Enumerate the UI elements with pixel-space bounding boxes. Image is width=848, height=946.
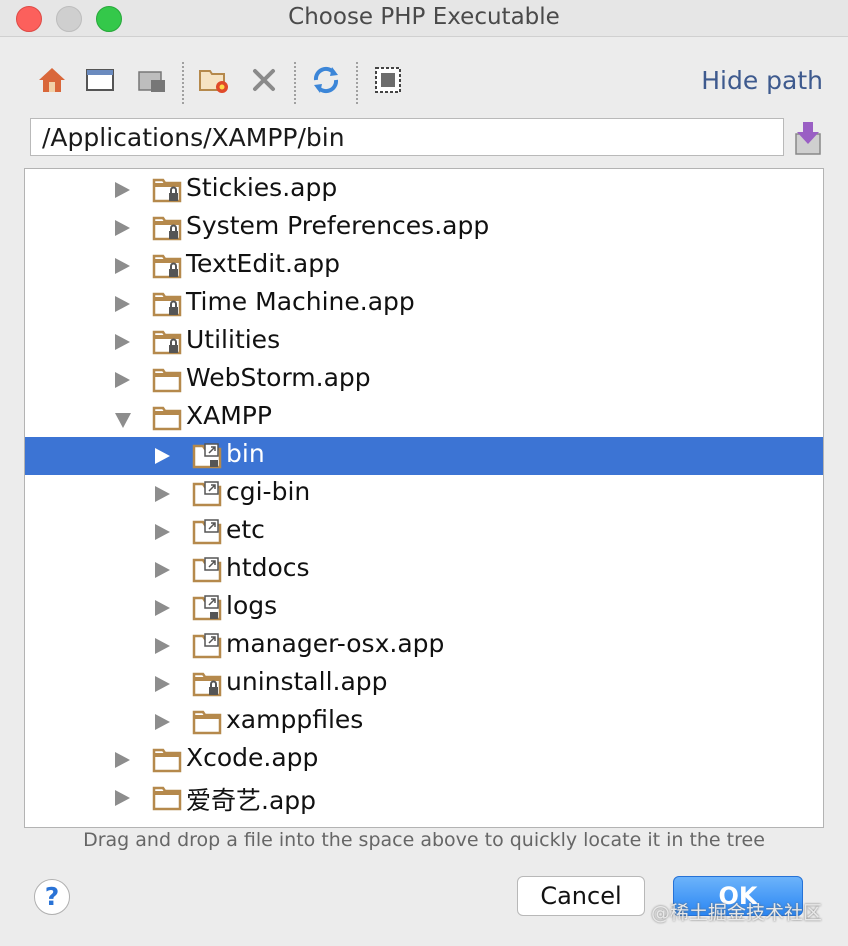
desktop-icon [86,69,114,91]
new-folder-button[interactable] [196,62,232,98]
hide-path-link[interactable]: Hide path [701,66,823,95]
folder-locked-icon [192,672,222,697]
tree-row-label: WebStorm.app [186,363,371,392]
drag-drop-hint: Drag and drop a file into the space abov… [83,829,765,851]
folder-icon [152,786,182,811]
folder-locked-icon [152,254,182,279]
toolbar-separator [182,62,184,104]
folder-alias-icon [192,519,222,545]
chevron-right-icon[interactable] [115,790,130,806]
folder-locked-icon [152,178,182,203]
chevron-right-icon[interactable] [155,524,170,540]
path-input[interactable]: /Applications/XAMPP/bin [30,118,784,156]
tree-row[interactable]: uninstall.app [25,665,823,703]
toolbar-separator [294,62,296,104]
chevron-right-icon[interactable] [155,714,170,730]
chevron-right-icon[interactable] [155,486,170,502]
folder-locked-icon [152,292,182,317]
tree-row[interactable]: xamppfiles [25,703,823,741]
tree-row-label: xamppfiles [226,705,364,734]
path-history-button[interactable] [793,120,825,156]
chevron-right-icon[interactable] [115,334,130,350]
folder-alias-locked-icon [192,443,222,469]
file-tree[interactable]: Stickies.app System Preferences.app TextEd… [24,168,824,828]
folder-alias-icon [192,633,222,659]
help-button[interactable]: ? [34,879,70,915]
chevron-right-icon[interactable] [155,600,170,616]
folder-alias-icon [192,481,222,507]
tree-row-label: Stickies.app [186,173,338,202]
toolbar-separator [356,62,358,104]
refresh-button[interactable] [308,62,344,98]
tree-row[interactable]: Time Machine.app [25,285,823,323]
tree-row-label: bin [226,439,265,468]
tree-row[interactable]: bin [25,437,823,475]
tree-row-label: System Preferences.app [186,211,490,240]
folder-alias-locked-icon [192,595,222,621]
tree-row-label: etc [226,515,265,544]
tree-row[interactable]: Xcode.app [25,741,823,779]
chevron-right-icon[interactable] [155,676,170,692]
tree-row-label: XAMPP [186,401,272,430]
tree-row-label: Xcode.app [186,743,319,772]
desktop-button[interactable] [82,62,118,98]
refresh-icon [313,66,339,94]
tree-row[interactable]: logs [25,589,823,627]
download-arrow-icon [795,122,821,155]
home-button[interactable] [34,62,70,98]
chevron-right-icon[interactable] [115,258,130,274]
chevron-down-icon[interactable] [115,413,131,428]
folder-locked-icon [152,216,182,241]
tree-row[interactable]: WebStorm.app [25,361,823,399]
folder-icon [152,406,182,431]
tree-row[interactable]: etc [25,513,823,551]
toolbar [34,62,814,104]
tree-row-label: uninstall.app [226,667,388,696]
folder-icon [152,748,182,773]
tree-row[interactable]: TextEdit.app [25,247,823,285]
window-title: Choose PHP Executable [288,4,560,30]
tree-row-label: htdocs [226,553,310,582]
folder-project-icon [138,71,165,92]
tree-row-label: cgi-bin [226,477,311,506]
tree-row[interactable]: Utilities [25,323,823,361]
chevron-right-icon[interactable] [115,752,130,768]
chevron-right-icon[interactable] [155,562,170,578]
chevron-right-icon[interactable] [115,182,130,198]
tree-row[interactable]: manager-osx.app [25,627,823,665]
project-button[interactable] [134,62,170,98]
chevron-right-icon[interactable] [115,296,130,312]
delete-icon [253,69,275,91]
chevron-right-icon[interactable] [115,372,130,388]
title-bar: Choose PHP Executable [0,0,848,37]
folder-locked-icon [152,330,182,355]
chevron-right-icon[interactable] [155,448,170,464]
home-icon [39,68,65,92]
folder-icon [192,710,222,735]
show-hidden-files-button[interactable] [370,62,406,98]
tree-row-label: Time Machine.app [186,287,415,316]
chevron-right-icon[interactable] [115,220,130,236]
chevron-right-icon[interactable] [155,638,170,654]
watermark: @稀土掘金技术社区 [650,902,822,924]
tree-row[interactable]: htdocs [25,551,823,589]
tree-row-label: 爱奇艺.app [186,786,317,815]
tree-row[interactable]: cgi-bin [25,475,823,513]
hidden-files-icon [375,67,401,93]
tree-row-label: manager-osx.app [226,629,445,658]
delete-button[interactable] [246,62,282,98]
tree-row[interactable]: 爱奇艺.app [25,779,823,817]
tree-row[interactable]: System Preferences.app [25,209,823,247]
tree-row-label: Utilities [186,325,281,354]
tree-row[interactable]: XAMPP [25,399,823,437]
folder-alias-icon [192,557,222,583]
new-folder-icon [199,70,228,93]
cancel-button[interactable]: Cancel [517,876,645,916]
tree-row-label: logs [226,591,278,620]
tree-row-label: TextEdit.app [186,249,340,278]
tree-row[interactable]: Stickies.app [25,171,823,209]
folder-icon [152,368,182,393]
